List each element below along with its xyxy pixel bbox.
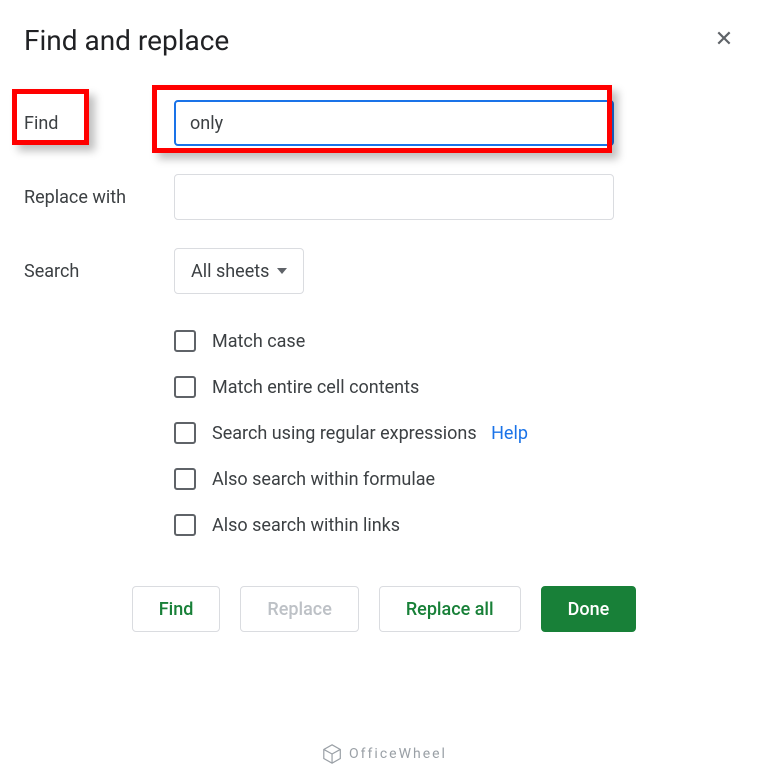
checkbox-label: Also search within formulae — [212, 469, 435, 490]
close-button[interactable]: ✕ — [704, 20, 744, 60]
checkbox-input[interactable] — [174, 468, 196, 490]
dialog-title: Find and replace — [24, 24, 229, 57]
checkbox-input[interactable] — [174, 376, 196, 398]
checkbox-match-entire-cell: Match entire cell contents — [24, 376, 744, 398]
watermark-text: OfficeWheel — [349, 746, 447, 762]
replace-with-label: Replace with — [24, 187, 174, 208]
dialog-button-row: Find Replace Replace all Done — [24, 586, 744, 632]
checkbox-input[interactable] — [174, 330, 196, 352]
search-label: Search — [24, 261, 174, 282]
dialog-header: Find and replace ✕ — [24, 20, 744, 60]
checkbox-label: Match case — [212, 331, 305, 352]
replace-all-button[interactable]: Replace all — [379, 586, 521, 632]
checkbox-search-formulae: Also search within formulae — [24, 468, 744, 490]
find-button[interactable]: Find — [132, 586, 221, 632]
find-row: Find — [24, 100, 744, 146]
checkbox-match-case: Match case — [24, 330, 744, 352]
help-link[interactable]: Help — [491, 423, 528, 444]
checkbox-search-links: Also search within links — [24, 514, 744, 536]
done-button[interactable]: Done — [541, 586, 637, 632]
watermark-icon — [321, 743, 343, 765]
checkbox-label: Also search within links — [212, 515, 400, 536]
search-scope-row: Search All sheets — [24, 248, 744, 294]
close-icon: ✕ — [715, 29, 733, 51]
checkbox-text: Search using regular expressions — [212, 423, 477, 444]
checkbox-input[interactable] — [174, 422, 196, 444]
chevron-down-icon — [277, 268, 287, 274]
checkbox-label: Search using regular expressions Help — [212, 423, 528, 444]
checkbox-label: Match entire cell contents — [212, 377, 419, 398]
replace-button[interactable]: Replace — [240, 586, 358, 632]
watermark: OfficeWheel — [321, 743, 447, 765]
checkbox-input[interactable] — [174, 514, 196, 536]
search-scope-value: All sheets — [191, 261, 269, 282]
checkbox-regex: Search using regular expressions Help — [24, 422, 744, 444]
find-replace-dialog: Find and replace ✕ Find Replace with Sea… — [0, 0, 768, 652]
search-scope-dropdown[interactable]: All sheets — [174, 248, 304, 294]
replace-with-input[interactable] — [174, 174, 614, 220]
find-input[interactable] — [174, 100, 614, 146]
find-label: Find — [24, 113, 174, 134]
replace-row: Replace with — [24, 174, 744, 220]
